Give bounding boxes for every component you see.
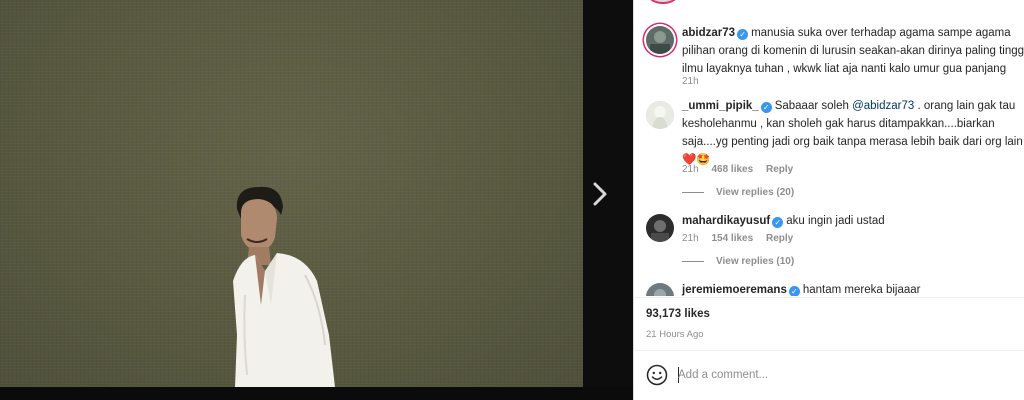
comment-username[interactable]: _ummi_pipik_ xyxy=(682,100,759,112)
likes-count[interactable]: 93,173 likes xyxy=(646,308,710,320)
comment-body: _ummi_pipik_ ✓ Sabaaar soleh @abidzar73 . … xyxy=(682,97,1024,169)
post-timestamp[interactable]: 21 Hours Ago xyxy=(646,329,704,340)
view-replies-label: View replies (20) xyxy=(716,187,795,198)
comment-time: 21h xyxy=(682,164,699,175)
chevron-right-icon[interactable] xyxy=(588,180,612,208)
comments-list[interactable]: abidzar73 ✓ manusia suka over terhadap aga… xyxy=(634,0,1024,296)
comment-text-line: . orang lain gak tau xyxy=(914,100,1016,112)
avatar[interactable] xyxy=(646,101,674,129)
avatar[interactable] xyxy=(646,26,674,54)
verified-badge-icon: ✓ xyxy=(772,217,784,228)
comment-text-line: Sabaaar soleh xyxy=(774,100,853,112)
verified-badge-icon: ✓ xyxy=(788,286,800,296)
view-replies-button[interactable]: View replies (10) xyxy=(682,256,794,267)
comment-text-line: manusia suka over terhadap agama sampe a… xyxy=(751,27,1011,39)
comment-item: mahardikayusuf ✓ aku ingin jadi ustad 21h … xyxy=(646,212,1024,272)
comment-text-line: pilihan orang di komenin di lurusin seak… xyxy=(682,45,1024,57)
verified-badge-icon: ✓ xyxy=(760,102,772,113)
replies-divider-line xyxy=(682,191,704,193)
comment-text-line: kesholehanmu , kan sholeh gak harus dita… xyxy=(682,118,995,130)
view-replies-button[interactable]: View replies (20) xyxy=(682,187,794,198)
comment-body: mahardikayusuf ✓ aku ingin jadi ustad xyxy=(682,212,1024,230)
reply-button[interactable]: Reply xyxy=(766,233,793,244)
comment-item: jeremiemoeremans ✓ hantam mereka bijaaar xyxy=(646,281,1024,296)
view-replies-label: View replies (10) xyxy=(716,256,795,267)
post-photo-subject xyxy=(233,186,335,387)
replies-divider-line xyxy=(682,260,704,262)
comment-input[interactable] xyxy=(678,365,998,385)
reply-button[interactable]: Reply xyxy=(766,164,793,175)
avatar[interactable] xyxy=(646,283,674,296)
comment-likes-link[interactable]: 468 likes xyxy=(711,164,753,175)
post-stats: 93,173 likes 21 Hours Ago xyxy=(634,297,1024,350)
smiley-icon[interactable] xyxy=(646,364,668,386)
post-side-panel: abidzar73 ✓ manusia suka over terhadap aga… xyxy=(633,0,1024,400)
comment-time: 21h xyxy=(682,76,699,87)
comment-item: abidzar73 ✓ manusia suka over terhadap aga… xyxy=(646,24,1024,88)
comment-text-line: aku ingin jadi ustad xyxy=(786,215,885,227)
comment-username[interactable]: abidzar73 xyxy=(682,27,735,39)
comment-meta: 21h 154 likes Reply xyxy=(682,233,793,244)
user-mention-link[interactable]: @abidzar73 xyxy=(852,100,914,112)
comment-username[interactable]: mahardikayusuf xyxy=(682,215,770,227)
comment-text-line: ilmu layaknya tuhan , wkwk liat aja nant… xyxy=(682,63,1007,75)
post-media[interactable] xyxy=(0,0,583,387)
comment-meta: 21h xyxy=(682,76,699,87)
comment-composer xyxy=(634,350,1024,400)
comment-username[interactable]: jeremiemoeremans xyxy=(682,284,787,296)
comment-likes-link[interactable]: 154 likes xyxy=(711,233,753,244)
comment-text-line: hantam mereka bijaaar xyxy=(802,284,921,296)
media-bottom-bar xyxy=(0,387,633,400)
comment-time: 21h xyxy=(682,233,699,244)
comment-item: _ummi_pipik_ ✓ Sabaaar soleh @abidzar73 . … xyxy=(646,97,1024,207)
avatar[interactable] xyxy=(646,214,674,242)
comment-text-line: saja....yg penting jadi org baik tanpa m… xyxy=(682,136,1023,148)
comment-body: jeremiemoeremans ✓ hantam mereka bijaaar xyxy=(682,281,1024,296)
verified-badge-icon: ✓ xyxy=(737,29,749,40)
comment-meta: 21h 468 likes Reply xyxy=(682,164,793,175)
comment-body: abidzar73 ✓ manusia suka over terhadap aga… xyxy=(682,24,1024,78)
